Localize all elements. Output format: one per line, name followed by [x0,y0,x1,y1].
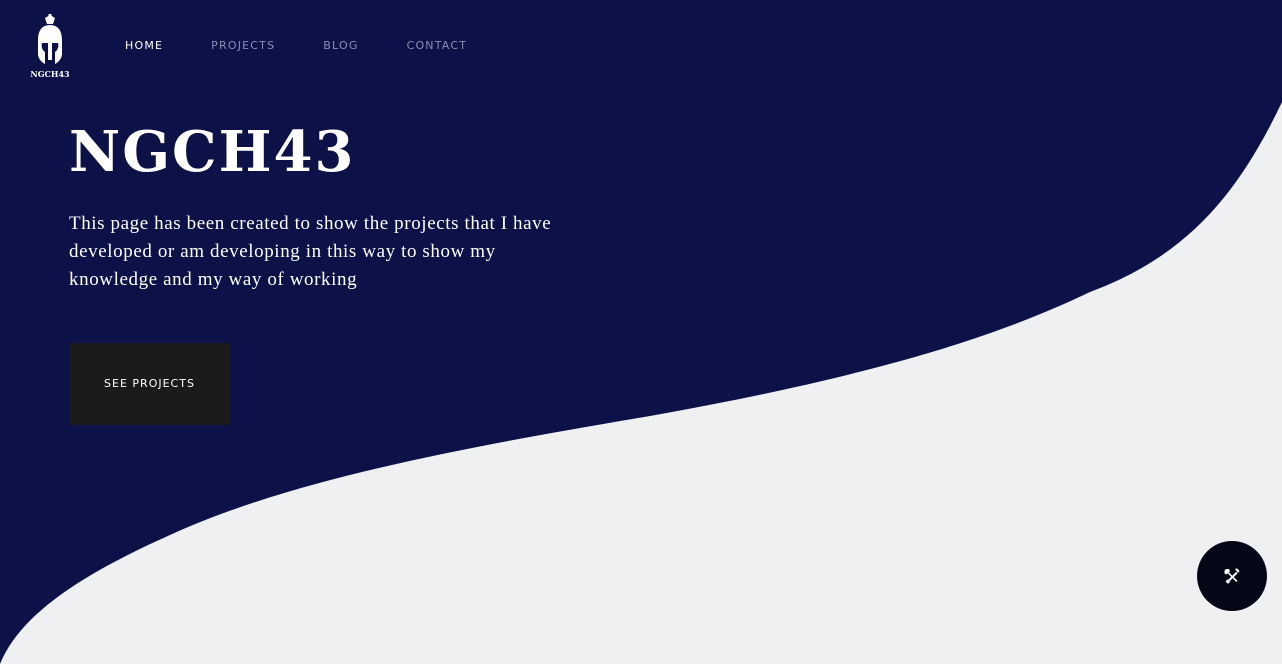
hero-title: NGCH43 [69,119,356,185]
hero-background-wave [0,0,1282,664]
page: NGCH43 HOME PROJECTS BLOG CONTACT NGCH43… [0,0,1282,664]
nav-item-blog[interactable]: BLOG [323,38,358,54]
tools-fab-button[interactable] [1197,541,1267,611]
main-nav: HOME PROJECTS BLOG CONTACT [125,38,467,54]
spartan-helmet-icon [38,14,62,64]
hero-description: This page has been created to show the p… [69,213,552,290]
brand-logo-text: NGCH43 [30,69,70,79]
nav-item-contact[interactable]: CONTACT [407,38,468,54]
brand-logo[interactable]: NGCH43 [28,12,72,82]
tools-icon [1224,568,1240,584]
nav-item-home[interactable]: HOME [125,38,163,54]
nav-item-projects[interactable]: PROJECTS [211,38,275,54]
see-projects-button[interactable]: SEE PROJECTS [69,343,230,425]
